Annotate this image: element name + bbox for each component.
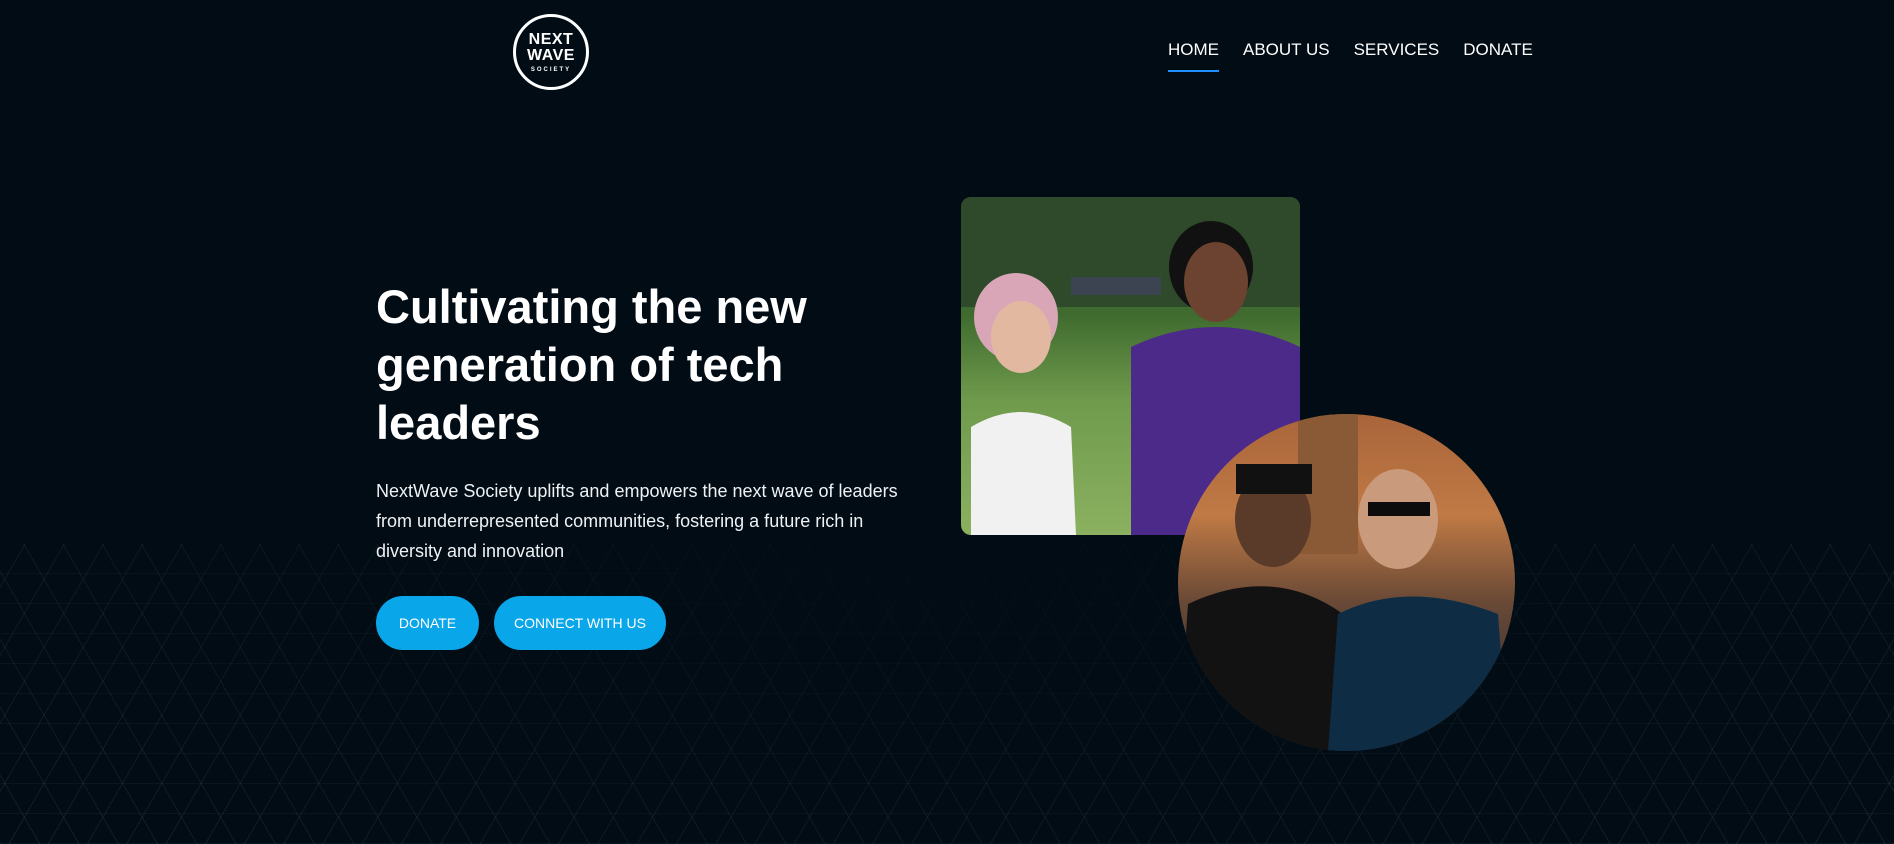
mentors-photo-illustration [1178, 414, 1508, 751]
hexagon-grid-background [0, 544, 1894, 844]
nav-services[interactable]: SERVICES [1354, 40, 1440, 72]
site-header: NEXT WAVE SOCIETY HOME ABOUT US SERVICES… [0, 0, 1894, 100]
background-fade [0, 464, 1894, 544]
nav-about-us[interactable]: ABOUT US [1243, 40, 1330, 72]
connect-with-us-button[interactable]: CONNECT WITH US [494, 596, 666, 650]
donate-button[interactable]: DONATE [376, 596, 479, 650]
hero-photo-mentors [1178, 414, 1515, 751]
logo-line-society: SOCIETY [530, 66, 572, 73]
logo-line-wave: WAVE [527, 46, 575, 64]
nextwave-logo[interactable]: NEXT WAVE SOCIETY [513, 14, 589, 90]
nav-donate[interactable]: DONATE [1463, 40, 1533, 72]
logo-line-next: NEXT [528, 30, 574, 48]
nav-home[interactable]: HOME [1168, 40, 1219, 72]
hero-description: NextWave Society uplifts and empowers th… [376, 481, 898, 561]
main-nav: HOME ABOUT US SERVICES DONATE [1168, 40, 1533, 72]
hero-title: Cultivating the new generation of tech l… [376, 280, 807, 449]
